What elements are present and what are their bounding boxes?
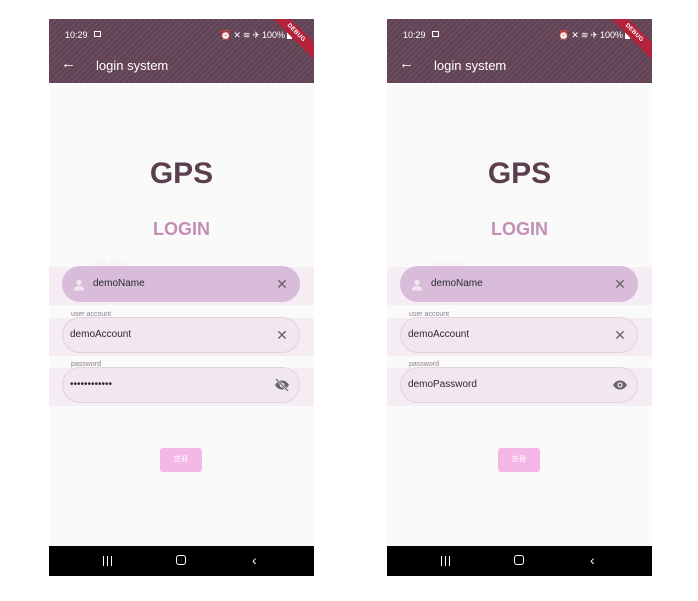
airplane-icon: ✈	[590, 30, 598, 40]
status-time: 10:29	[65, 30, 88, 40]
status-indicators: ⏰ ✕ ≋ ✈ 100%	[556, 30, 630, 41]
user-account-value: demoAccount	[70, 329, 132, 340]
home-icon[interactable]	[176, 555, 186, 565]
system-nav-bar: ‹	[49, 546, 314, 576]
app-heading: GPS	[149, 157, 214, 190]
password-label: password	[409, 361, 439, 368]
wifi-icon: ≋	[580, 30, 589, 40]
clear-icon[interactable]: ✕	[612, 327, 628, 343]
recents-icon[interactable]	[441, 556, 451, 566]
phone-screen-right: 10:29 ⏰ ✕ ≋ ✈ 100% ← login system DEBUG GPS …	[387, 19, 652, 576]
password-label: password	[71, 361, 101, 368]
user-account-label: user account	[409, 311, 450, 318]
battery-percent: 100%	[599, 30, 623, 40]
app-bar: 10:29 ⏰ ✕ ≋ ✈ 100% ← login system	[49, 19, 314, 83]
user-name-value: demoName	[93, 278, 145, 289]
user-account-value: demoAccount	[408, 329, 470, 340]
status-bar: 10:29 ⏰ ✕ ≋ ✈ 100%	[387, 19, 652, 47]
person-icon	[73, 279, 85, 291]
page-title: login system	[96, 58, 169, 73]
clear-icon[interactable]: ✕	[612, 276, 628, 292]
clear-icon[interactable]: ✕	[274, 276, 290, 292]
visibility-icon[interactable]	[612, 377, 628, 393]
mute-icon: ✕	[571, 30, 579, 40]
password-field[interactable]: password ••••••••••••	[62, 361, 300, 403]
user-account-field[interactable]: user account demoAccount ✕	[400, 311, 638, 353]
app-bar: 10:29 ⏰ ✕ ≋ ✈ 100% ← login system	[387, 19, 652, 83]
status-time: 10:29	[403, 30, 426, 40]
login-heading: LOGIN	[153, 219, 210, 239]
recents-icon[interactable]	[103, 556, 113, 566]
user-name-field[interactable]: user name demoName ✕	[400, 260, 638, 302]
login-heading: LOGIN	[491, 219, 548, 239]
register-button[interactable]: 註冊	[160, 448, 202, 472]
user-name-value: demoName	[431, 278, 483, 289]
user-account-label: user account	[71, 311, 112, 318]
airplane-icon: ✈	[252, 30, 260, 40]
user-account-field[interactable]: user account demoAccount ✕	[62, 311, 300, 353]
visibility-off-icon[interactable]	[274, 377, 290, 393]
battery-percent: 100%	[261, 30, 285, 40]
clear-icon[interactable]: ✕	[274, 327, 290, 343]
back-arrow-icon[interactable]: ←	[399, 56, 414, 72]
alarm-icon: ⏰	[220, 30, 232, 40]
status-indicators: ⏰ ✕ ≋ ✈ 100%	[218, 30, 292, 41]
app-heading: GPS	[487, 157, 552, 190]
user-name-label: user name	[431, 260, 465, 267]
wifi-icon: ≋	[242, 30, 251, 40]
page-title: login system	[434, 58, 507, 73]
user-name-label: user name	[93, 260, 127, 267]
back-chevron-icon[interactable]: ‹	[252, 553, 257, 567]
home-icon[interactable]	[514, 555, 524, 565]
back-arrow-icon[interactable]: ←	[61, 56, 76, 72]
gallery-icon	[432, 31, 439, 37]
back-chevron-icon[interactable]: ‹	[590, 553, 595, 567]
person-icon	[411, 279, 423, 291]
phone-screen-left: 10:29 ⏰ ✕ ≋ ✈ 100% ← login system DEBUG GPS …	[49, 19, 314, 576]
system-nav-bar: ‹	[387, 546, 652, 576]
user-name-field[interactable]: user name demoName ✕	[62, 260, 300, 302]
alarm-icon: ⏰	[558, 30, 570, 40]
gallery-icon	[94, 31, 101, 37]
register-button[interactable]: 註冊	[498, 448, 540, 472]
password-field[interactable]: password demoPassword	[400, 361, 638, 403]
password-value: ••••••••••••	[70, 379, 113, 390]
mute-icon: ✕	[233, 30, 241, 40]
toolbar: ← login system	[387, 51, 652, 79]
password-value: demoPassword	[408, 379, 477, 390]
toolbar: ← login system	[49, 51, 314, 79]
status-bar: 10:29 ⏰ ✕ ≋ ✈ 100%	[49, 19, 314, 47]
